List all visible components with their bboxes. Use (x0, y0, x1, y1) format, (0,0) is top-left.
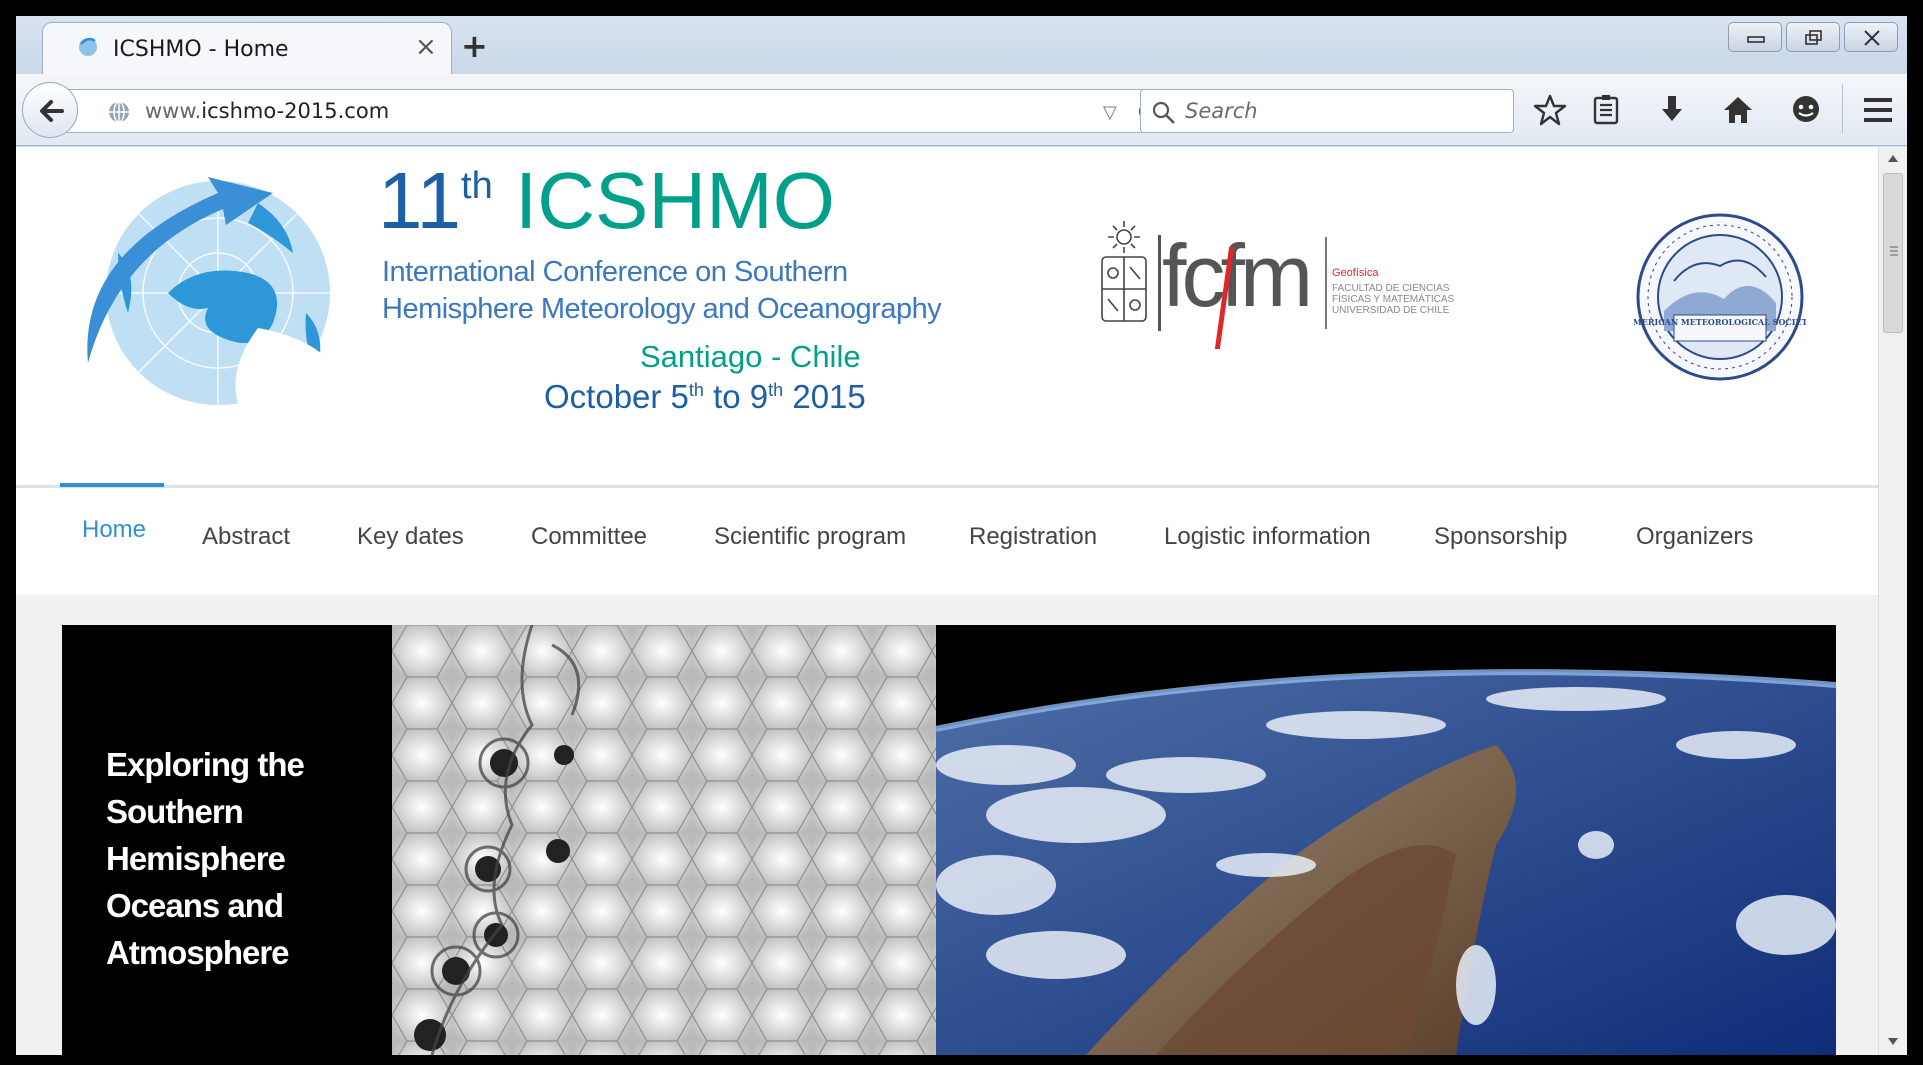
title-name: ICSHMO (492, 156, 835, 245)
tab-icshmo-home[interactable]: ICSHMO - Home × (42, 22, 452, 74)
url-domain: icshmo-2015.com (201, 99, 390, 123)
dates-mid: to 9 (703, 378, 769, 415)
scroll-thumb[interactable] (1883, 173, 1903, 333)
dates-end: 2015 (783, 378, 866, 415)
nav-organizers[interactable]: Organizers (1636, 523, 1753, 551)
restore-icon (1805, 30, 1822, 45)
dates-sup-2: th (768, 380, 784, 400)
university-crest-icon (1101, 221, 1147, 322)
vertical-scrollbar[interactable] (1878, 147, 1907, 1055)
close-icon (1864, 30, 1880, 46)
subtitle-line-2: Hemisphere Meteorology and Oceanography (382, 293, 942, 325)
minimize-button[interactable] (1728, 22, 1782, 52)
title-superscript: th (461, 165, 493, 207)
ams-seal-logo: AMERICAN METEOROLOGICAL SOCIETY (1634, 213, 1806, 381)
nav-key-dates[interactable]: Key dates (357, 523, 464, 551)
title-number: 11 (378, 156, 462, 245)
restore-button[interactable] (1786, 22, 1840, 52)
nav-sponsorship[interactable]: Sponsorship (1434, 523, 1567, 551)
site-favicon-icon (79, 37, 97, 56)
conference-title: 11th ICSHMO (378, 161, 835, 241)
icshmo-globe-logo (87, 177, 336, 405)
fcfm-department: Geofísica (1332, 267, 1379, 279)
banner-line-5: Atmosphere (106, 934, 290, 971)
banner-line-3: Hemisphere (106, 840, 286, 877)
scroll-up-icon[interactable] (1887, 153, 1899, 163)
url-text[interactable]: www.icshmo-2015.com (145, 99, 389, 123)
subtitle-line-1: International Conference on Southern (382, 256, 848, 288)
url-bar[interactable]: www.icshmo-2015.com ▽ (62, 89, 1160, 133)
navigation-toolbar: www.icshmo-2015.com ▽ (16, 74, 1907, 146)
browser-window: ICSHMO - Home × + www.icshmo-2015.com ▽ (16, 16, 1907, 1055)
tab-title: ICSHMO - Home (113, 37, 289, 62)
reading-list-icon[interactable] (1588, 92, 1624, 128)
banner-tagline: Exploring the Southern Hemisphere Oceans… (106, 741, 366, 976)
search-bar[interactable] (1140, 89, 1514, 133)
tab-close-icon[interactable]: × (415, 32, 437, 62)
scroll-down-icon[interactable] (1887, 1037, 1899, 1047)
minimize-icon (1747, 36, 1765, 43)
ams-seal-text: AMERICAN METEOROLOGICAL SOCIETY (1634, 317, 1806, 327)
web-page: 11th ICSHMO International Conference on … (16, 147, 1878, 1055)
nav-registration[interactable]: Registration (969, 523, 1097, 551)
nav-logistic-information[interactable]: Logistic information (1164, 523, 1371, 551)
fcfm-divider-2 (1325, 237, 1327, 329)
conference-location: Santiago - Chile (640, 339, 861, 374)
conference-dates: October 5th to 9th 2015 (544, 378, 866, 416)
menu-icon[interactable] (1860, 92, 1896, 128)
back-arrow-icon (40, 100, 64, 122)
search-icon (1152, 101, 1175, 124)
new-tab-button[interactable]: + (461, 27, 488, 65)
fcfm-wordmark: fcfm (1162, 226, 1313, 325)
fcfm-faculty-text: FACULTAD DE CIENCIAS FÍSICAS Y MATEMÁTIC… (1332, 283, 1454, 316)
banner-line-1: Exploring the (106, 746, 305, 783)
url-prefix: www. (145, 99, 202, 123)
hero-banner: Exploring the Southern Hemisphere Oceans… (62, 625, 1836, 1055)
grip-icon (1890, 246, 1898, 256)
active-indicator (60, 483, 164, 487)
banner-line-2: Southern (106, 793, 244, 830)
dates-sup-1: th (688, 380, 704, 400)
satellite-cloud-image (392, 625, 936, 1055)
fcfm-divider (1158, 235, 1161, 331)
chat-icon[interactable] (1788, 92, 1824, 128)
tab-strip: ICSHMO - Home × + (16, 16, 1907, 74)
nav-committee[interactable]: Committee (531, 523, 647, 551)
dates-start: October 5 (544, 378, 689, 415)
banner-line-4: Oceans and (106, 887, 284, 924)
url-history-dropdown-icon[interactable]: ▽ (1103, 102, 1117, 123)
toolbar-separator (1842, 84, 1843, 134)
nav-abstract[interactable]: Abstract (202, 523, 290, 551)
home-icon[interactable] (1720, 92, 1756, 128)
fcfm-logo: fcfm Geofísica FACULTAD DE CIENCIAS FÍSI… (1096, 211, 1496, 349)
site-header: 11th ICSHMO International Conference on … (16, 147, 1878, 415)
download-icon[interactable] (1654, 92, 1690, 128)
star-icon[interactable] (1532, 92, 1568, 128)
nav-scientific-program[interactable]: Scientific program (714, 523, 906, 551)
back-button[interactable] (22, 82, 78, 138)
close-window-button[interactable] (1844, 22, 1898, 52)
fcfm-faculty-line-1: FACULTAD DE CIENCIAS (1332, 283, 1450, 294)
search-input[interactable] (1185, 99, 1485, 123)
fcfm-faculty-line-3: UNIVERSIDAD DE CHILE (1332, 305, 1450, 316)
earth-from-space-image (936, 625, 1836, 1055)
fcfm-faculty-line-2: FÍSICAS Y MATEMÁTICAS (1332, 294, 1455, 305)
main-nav-menu: Home Abstract Key dates Committee Scient… (16, 483, 1878, 595)
nav-home[interactable]: Home (82, 516, 146, 544)
globe-icon (109, 101, 129, 123)
